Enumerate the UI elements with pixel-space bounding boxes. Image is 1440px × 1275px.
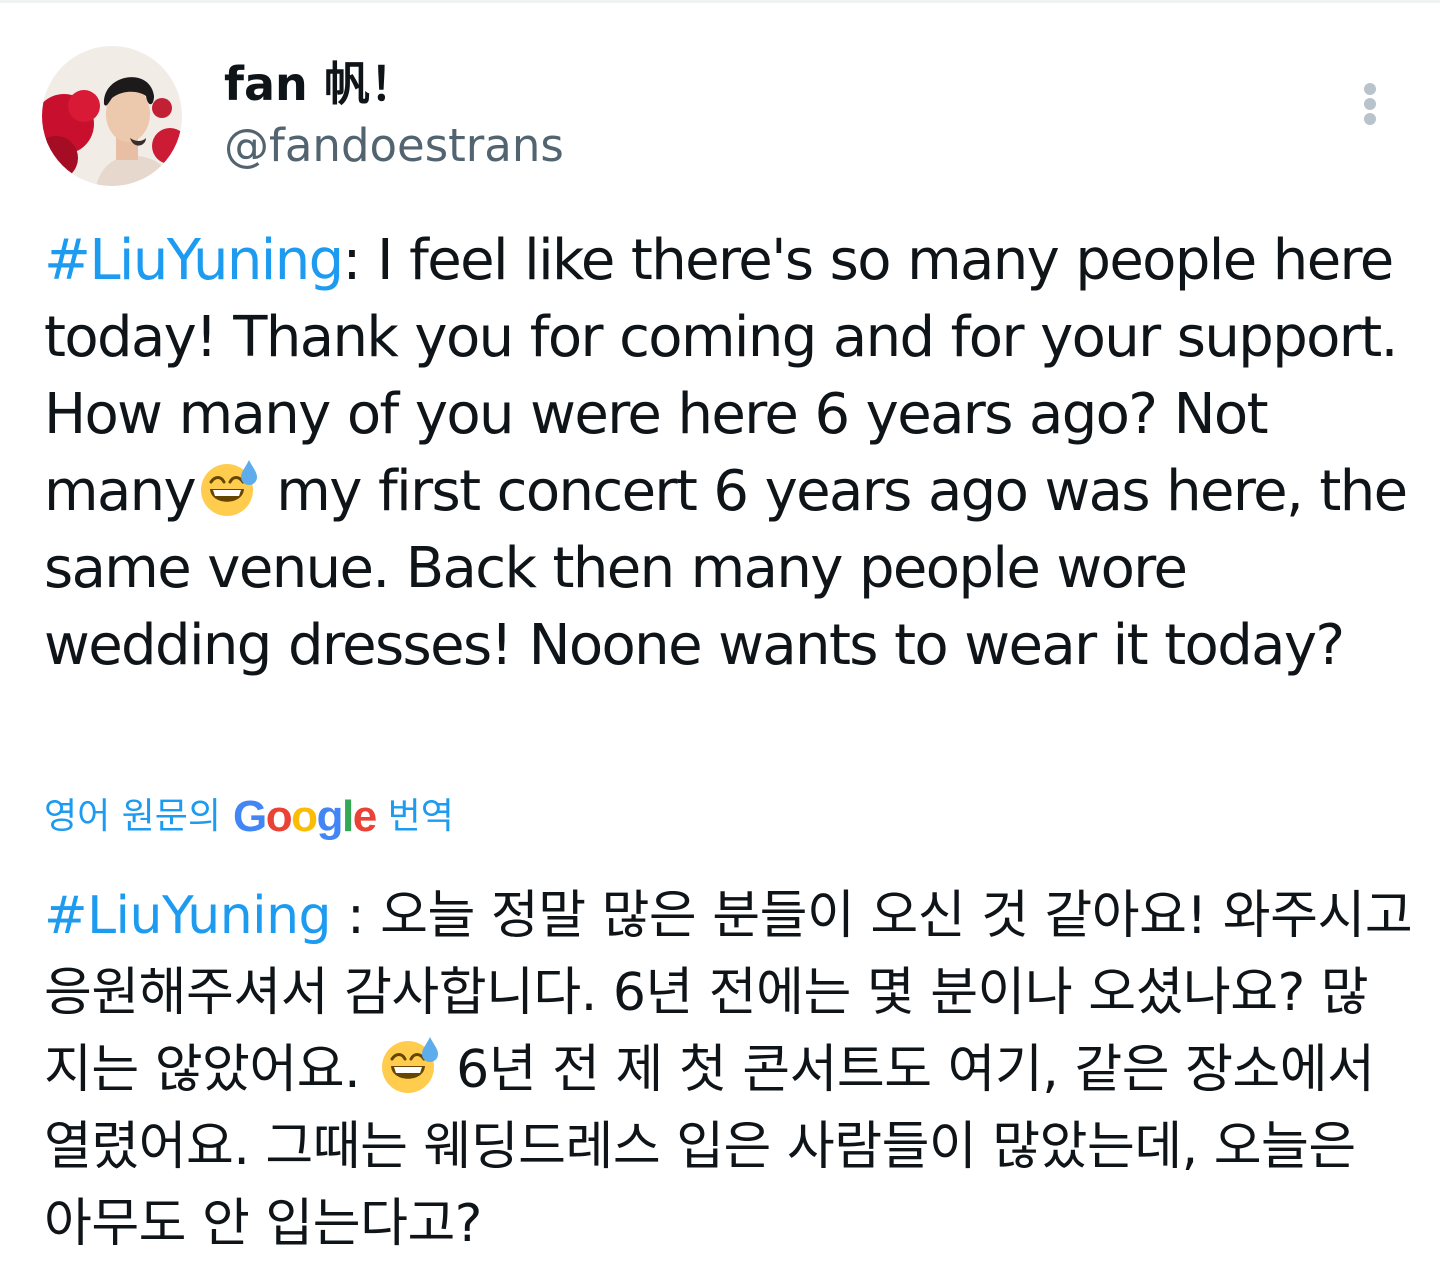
google-letter: e (352, 792, 377, 841)
translated-text: #LiuYuning : 오늘 정말 많은 분들이 오신 것 같아요! 와주시고… (44, 878, 1414, 1263)
more-options-button[interactable] (1352, 78, 1388, 128)
sweat-smile-emoji-icon (376, 1033, 440, 1097)
top-divider (0, 0, 1440, 3)
more-dot (1364, 113, 1376, 125)
google-letter: G (233, 792, 267, 841)
google-letter: l (341, 792, 354, 841)
hashtag-link[interactable]: #LiuYuning (44, 886, 332, 946)
user-handle[interactable]: @fandoestrans (224, 118, 564, 174)
translation-attribution[interactable]: 영어 원문의 Google 번역 (44, 788, 454, 846)
google-letter: o (291, 792, 318, 841)
sweat-smile-emoji-icon (195, 456, 259, 520)
profile-photo (42, 46, 182, 186)
more-vertical-icon (1364, 83, 1376, 95)
more-dot (1364, 98, 1376, 110)
google-letter: g (316, 792, 344, 841)
translation-suffix: 번역 (387, 796, 454, 837)
display-name[interactable]: fan 帆！ (224, 54, 416, 114)
hashtag-link[interactable]: #LiuYuning (44, 228, 344, 293)
avatar[interactable] (42, 46, 182, 186)
translation-label: 영어 원문의 (44, 796, 222, 837)
tweet-text: #LiuYuning: I feel like there's so many … (44, 222, 1414, 684)
google-letter: o (265, 792, 293, 841)
google-logo-icon: Google (233, 788, 377, 846)
